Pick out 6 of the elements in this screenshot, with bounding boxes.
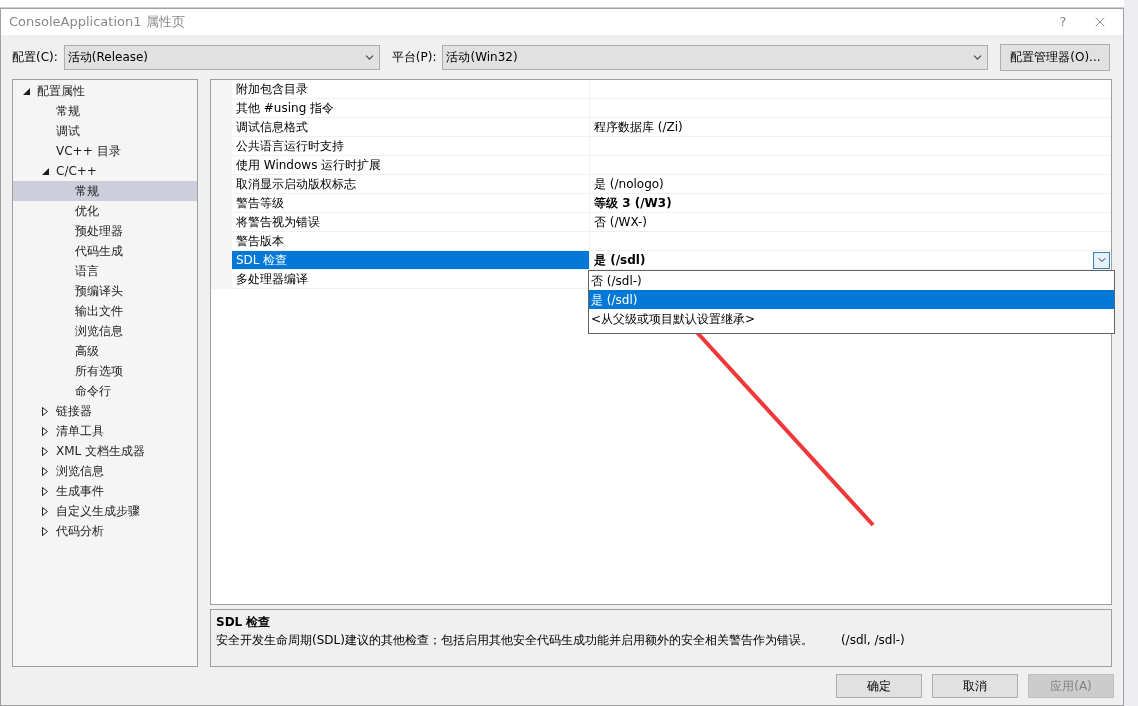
config-label: 配置(C): — [12, 49, 58, 66]
description-switches: (/sdl, /sdl-) — [840, 632, 905, 649]
description-text: 安全开发生命周期(SDL)建议的其他检查；包括启用其他安全代码生成功能并启用额外的安全相关警告作为错误。 — [216, 632, 813, 649]
platform-label: 平台(P): — [391, 49, 437, 66]
description-title: SDL 检查 — [216, 614, 272, 631]
window-title: ConsoleApplication1 属性页 — [9, 13, 186, 32]
